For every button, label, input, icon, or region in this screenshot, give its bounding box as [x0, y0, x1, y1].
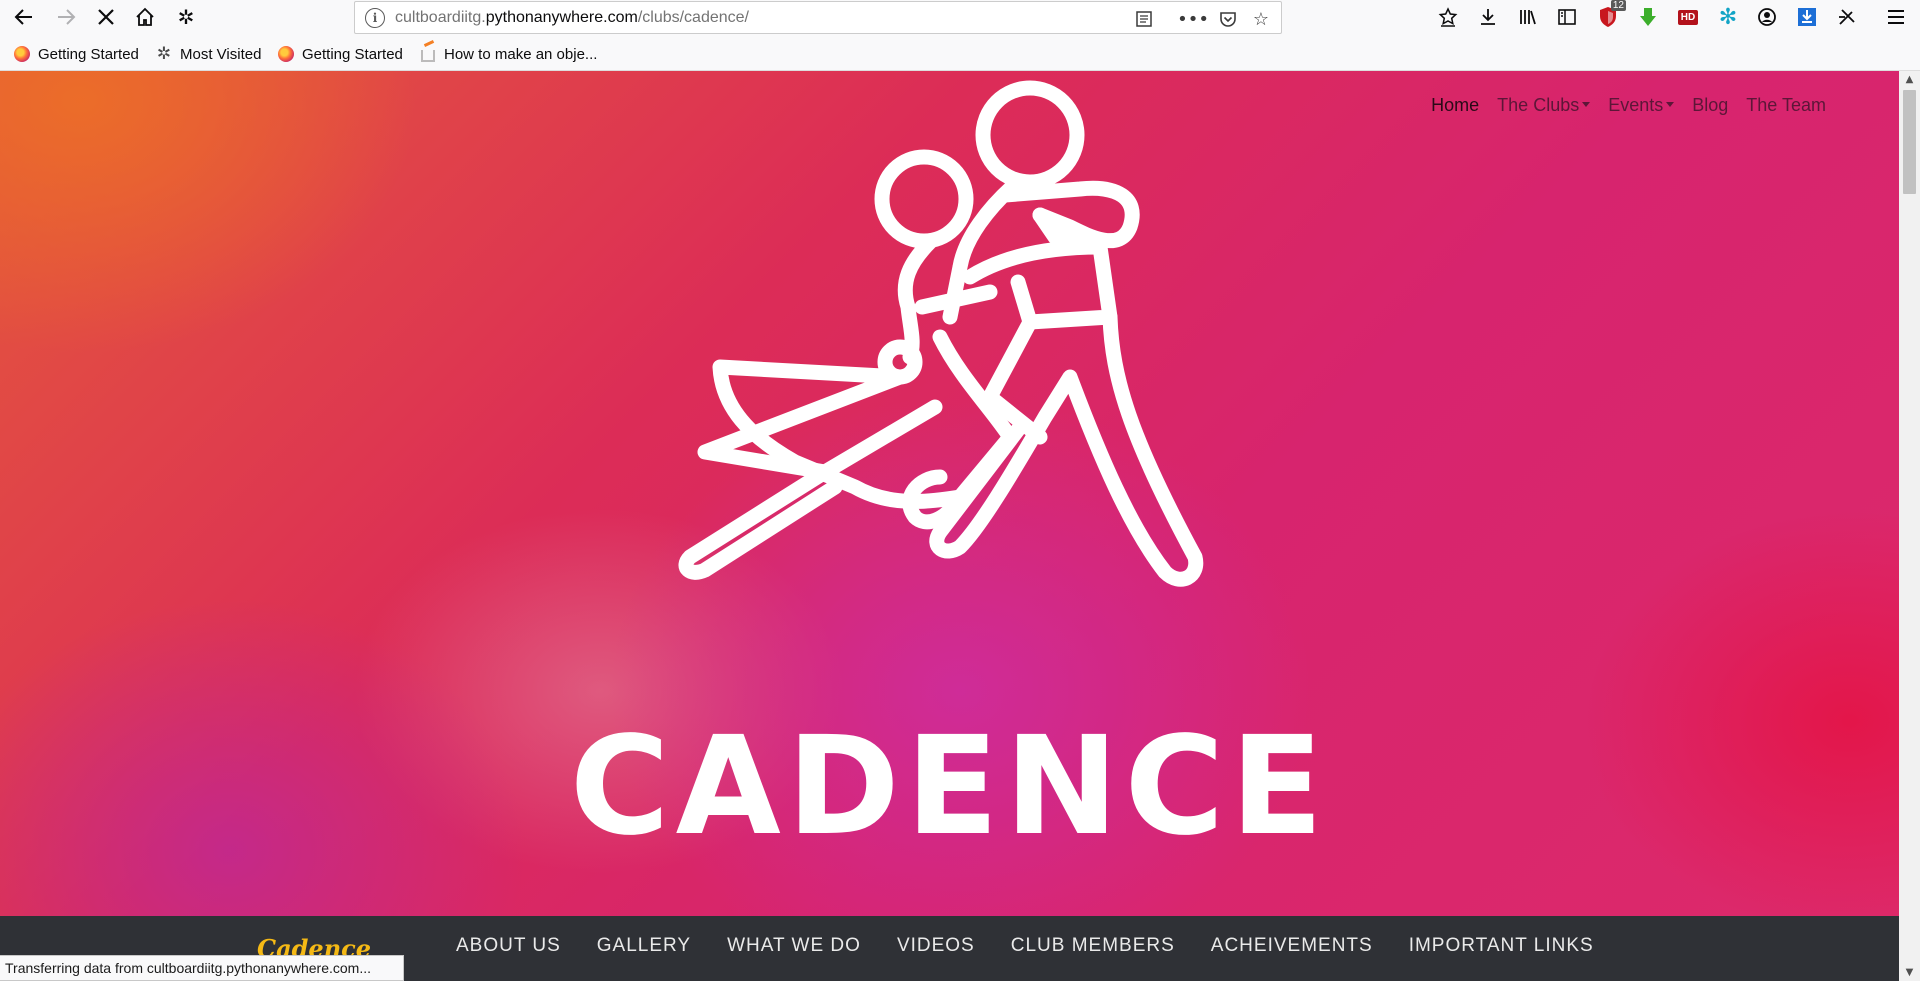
hero-title: CADENCE [569, 708, 1330, 866]
download-icon[interactable] [1472, 2, 1504, 32]
link-important-links[interactable]: IMPORTANT LINKS [1409, 935, 1594, 957]
stop-icon[interactable] [90, 2, 122, 32]
link-gallery[interactable]: GALLERY [597, 935, 691, 957]
nav-home[interactable]: Home [1422, 95, 1488, 116]
bookmarks-star-icon[interactable] [1432, 2, 1464, 32]
top-navigation: Home The Clubs Events Blog The Team [1422, 95, 1835, 116]
link-achievements[interactable]: ACHEIVEMENTS [1211, 935, 1373, 957]
stackoverflow-icon [420, 46, 436, 62]
bookmark-star-icon[interactable]: ☆ [1248, 6, 1274, 32]
nav-the-clubs-dropdown[interactable]: The Clubs [1488, 95, 1599, 116]
address-bar[interactable]: i cultboardiitg.pythonanywhere.com/clubs… [354, 1, 1282, 34]
account-icon[interactable] [1751, 2, 1783, 32]
link-club-members[interactable]: CLUB MEMBERS [1011, 935, 1175, 957]
status-bar: Transferring data from cultboardiitg.pyt… [0, 955, 404, 981]
firefox-icon [278, 46, 294, 62]
hd-icon[interactable]: HD [1672, 2, 1704, 32]
sidebar-icon[interactable] [1551, 2, 1583, 32]
ublock-badge: 12 [1610, 0, 1626, 11]
forward-icon[interactable] [50, 2, 82, 32]
nav-the-team[interactable]: The Team [1737, 95, 1835, 116]
page-viewport: Home The Clubs Events Blog The Team CADE… [0, 71, 1899, 981]
browser-toolbar: ✲ i cultboardiitg.pythonanywhere.com/clu… [0, 0, 1920, 35]
scroll-up-icon[interactable]: ▲ [1899, 71, 1920, 88]
vertical-scrollbar[interactable]: ▲ ▼ [1899, 71, 1920, 981]
caret-down-icon [1582, 101, 1591, 107]
link-what-we-do[interactable]: WHAT WE DO [727, 935, 861, 957]
page-actions-icon[interactable]: ••• [1177, 6, 1209, 32]
url-text[interactable]: cultboardiitg.pythonanywhere.com/clubs/c… [395, 9, 749, 27]
ublock-shield-icon[interactable]: 12 [1592, 0, 1626, 32]
bookmark-item[interactable]: ✲ Most Visited [156, 44, 262, 64]
bookmark-item[interactable]: How to make an obje... [420, 44, 597, 64]
link-about-us[interactable]: ABOUT US [456, 935, 561, 957]
react-devtools-icon[interactable]: ✻ [1712, 2, 1744, 32]
library-icon[interactable] [1512, 2, 1544, 32]
nav-events-dropdown[interactable]: Events [1599, 95, 1683, 116]
tools-icon[interactable] [1831, 2, 1863, 32]
scrollbar-thumb[interactable] [1903, 90, 1916, 194]
settings-gear-icon[interactable]: ✲ [170, 2, 202, 32]
scroll-down-icon[interactable]: ▼ [1899, 964, 1920, 981]
section-links: ABOUT US GALLERY WHAT WE DO VIDEOS CLUB … [456, 935, 1630, 957]
caret-down-icon [1666, 101, 1675, 107]
pocket-icon[interactable] [1215, 6, 1241, 32]
bookmark-item[interactable]: Getting Started [278, 44, 403, 64]
site-info-icon[interactable]: i [365, 8, 385, 28]
back-icon[interactable] [8, 2, 40, 32]
bookmarks-toolbar: Getting Started ✲ Most Visited Getting S… [0, 35, 1920, 71]
home-icon[interactable] [129, 2, 161, 32]
dancing-couple-logo [678, 80, 1204, 587]
link-videos[interactable]: VIDEOS [897, 935, 975, 957]
nav-blog[interactable]: Blog [1683, 95, 1737, 116]
reader-view-icon[interactable] [1131, 6, 1157, 32]
gear-icon: ✲ [156, 44, 172, 64]
firefox-icon [14, 46, 30, 62]
video-downloader-icon[interactable] [1632, 2, 1664, 32]
bookmark-item[interactable]: Getting Started [14, 44, 139, 64]
hamburger-menu-icon[interactable] [1880, 2, 1912, 32]
download-status-icon[interactable] [1791, 2, 1823, 32]
